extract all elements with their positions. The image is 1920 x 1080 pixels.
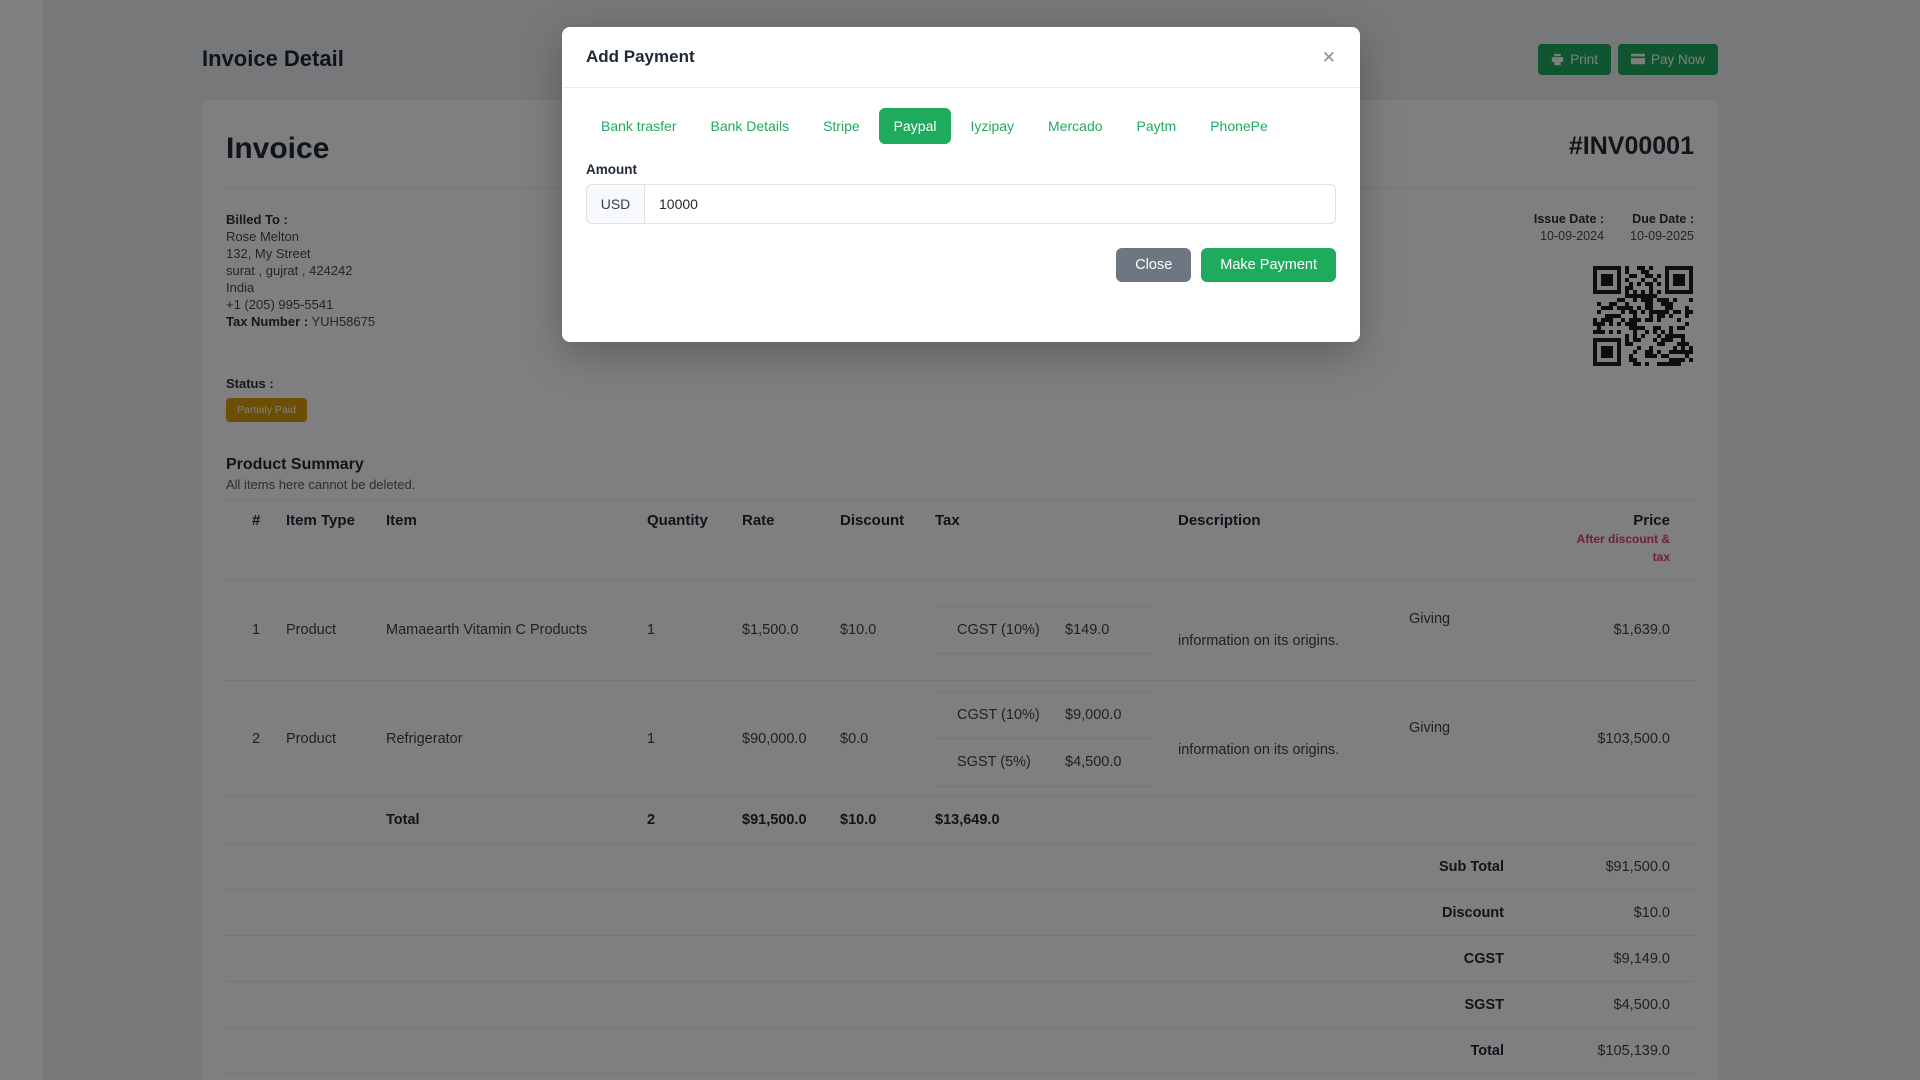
tab-mercado[interactable]: Mercado [1033,108,1117,144]
tab-bank-details[interactable]: Bank Details [695,108,804,144]
close-icon[interactable]: ✕ [1322,49,1336,66]
tab-stripe[interactable]: Stripe [808,108,875,144]
tab-paypal[interactable]: Paypal [878,108,952,144]
amount-input[interactable] [644,184,1336,224]
make-payment-button[interactable]: Make Payment [1201,248,1336,282]
payment-method-tabs: Bank trasfer Bank Details Stripe Paypal … [586,108,1336,144]
tab-phonepe[interactable]: PhonePe [1195,108,1283,144]
tab-bank-transfer[interactable]: Bank trasfer [586,108,691,144]
amount-label: Amount [586,162,637,177]
modal-title: Add Payment [586,47,695,66]
tab-paytm[interactable]: Paytm [1122,108,1192,144]
close-button[interactable]: Close [1116,248,1192,282]
add-payment-modal: Add Payment ✕ Bank trasfer Bank Details … [562,27,1360,342]
tab-iyzipay[interactable]: Iyzipay [955,108,1029,144]
currency-addon: USD [586,184,644,224]
